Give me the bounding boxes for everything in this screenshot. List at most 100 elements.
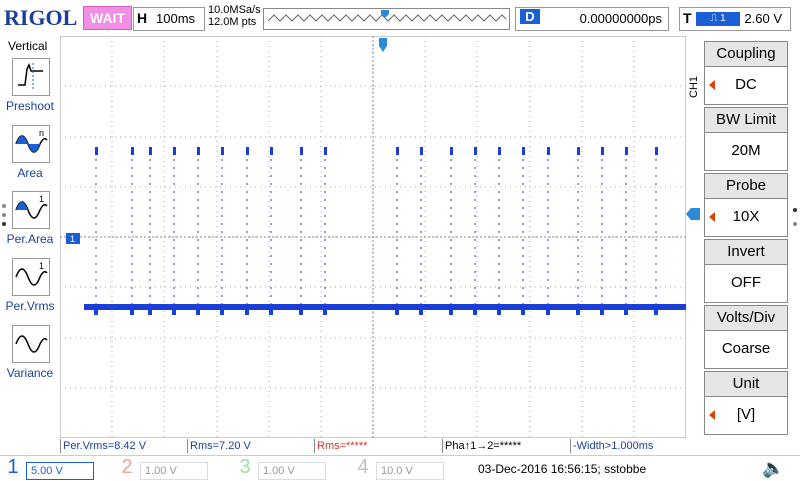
page-dot-icon [2,213,6,217]
probe-title: Probe [705,174,787,199]
probe-value: 10X [732,208,760,225]
area-label[interactable]: Area [0,166,60,180]
area-icon[interactable]: n [12,125,50,163]
pulse-bottom [600,309,604,315]
page-dot-active-icon [2,222,6,226]
invert-button[interactable]: Invert OFF [704,239,788,303]
volts-div-value: Coarse [721,340,771,357]
pulse-bottom [576,309,580,315]
trigger-level-marker-icon[interactable] [686,208,700,220]
ch2-scale: 1.00 V [140,462,208,480]
page-dot-icon [2,204,6,208]
invert-value: OFF [731,274,761,291]
per-area-label[interactable]: Per.Area [0,232,60,246]
rigol-logo: RIGOL [4,5,78,30]
measurement-item[interactable]: Pha↑1→2=***** [442,439,521,453]
measurement-item[interactable]: -Width>1.000ms [570,439,653,453]
unit-value: [V] [736,406,756,423]
pulse-bottom [323,309,327,315]
ch1-marker-label: 1 [70,234,75,244]
bw-limit-value: 20M [731,142,761,159]
pulse-bottom [624,309,628,315]
bw-limit-button[interactable]: BW Limit 20M [704,107,788,171]
measurement-bar: Per.Vrms=8.42 V Rms=7.20 V Rms=***** Pha… [60,438,686,454]
channel-menu: CH1 Coupling DC BW Limit 20M Probe 10X I… [686,36,800,438]
trigger-edge-icon: ⎍ 1 [696,12,740,26]
pulse-bottom [521,309,525,315]
svg-text:n: n [39,128,44,138]
pulse-bottom [654,309,658,315]
sample-rate-info: 10.0MSa/s 12.0M pts [208,4,261,28]
per-vrms-icon[interactable]: 1 [12,258,50,296]
sample-rate: 10.0MSa/s [208,4,261,16]
menu-title: Vertical [8,39,48,53]
acquisition-status: WAIT [83,6,132,30]
channel-status-bar: 1 5.00 V 2 1.00 V 3 1.00 V 4 10.0 V 03-D… [0,455,800,481]
preshoot-icon[interactable] [12,58,50,96]
variance-label[interactable]: Variance [0,366,60,380]
coupling-button[interactable]: Coupling DC [704,41,788,105]
trigger-level: 2.60 V [744,11,782,26]
coupling-title: Coupling [705,42,787,67]
delay-box[interactable]: D 0.00000000ps [515,7,669,31]
top-status-bar: RIGOL WAIT H 100ms 10.0MSa/s 12.0M pts D… [0,0,800,36]
ch3-scale: 1.00 V [258,462,326,480]
measurement-item[interactable]: Rms=7.20 V [187,439,251,453]
per-area-icon[interactable]: 1 [12,191,50,229]
measurement-item[interactable]: Per.Vrms=8.42 V [60,439,146,453]
pulse-bottom [546,309,550,315]
pulse-bottom [473,309,477,315]
ch4-number: 4 [357,456,369,478]
pulse-bottom [196,309,200,315]
volts-div-title: Volts/Div [705,306,787,331]
volts-div-button[interactable]: Volts/Div Coarse [704,305,788,369]
delay-value: 0.00000000ps [579,11,662,26]
trigger-box[interactable]: T ⎍ 1 2.60 V [679,7,791,31]
pulse-bottom [245,309,249,315]
invert-title: Invert [705,240,787,265]
measurement-item[interactable]: Rms=***** [314,439,367,453]
page-dot-icon [793,222,797,226]
horizontal-label: H [137,10,148,26]
svg-text:1: 1 [39,261,44,271]
speaker-muted-icon[interactable]: 🔈 [762,458,784,479]
ch1-number: 1 [7,456,19,478]
variance-icon[interactable] [12,325,50,363]
preshoot-label[interactable]: Preshoot [0,99,60,113]
coupling-value: DC [735,76,757,93]
horizontal-scale-box[interactable]: H 100ms [133,7,205,31]
pulse-bottom [449,309,453,315]
memory-depth: 12.0M pts [208,16,257,28]
pulse-bottom [269,309,273,315]
probe-button[interactable]: Probe 10X [704,173,788,237]
unit-button[interactable]: Unit [V] [704,371,788,435]
ch1-scale: 5.00 V [26,462,94,480]
waveform-overview[interactable] [263,8,510,30]
per-vrms-label[interactable]: Per.Vrms [0,299,60,313]
pulse-bottom [172,309,176,315]
pulse-bottom [419,309,423,315]
ch2-number: 2 [121,456,133,478]
pulse-bottom [148,309,152,315]
unit-title: Unit [705,372,787,397]
svg-text:1: 1 [39,194,44,204]
timestamp: 03-Dec-2016 16:56:15; sstobbe [478,462,647,476]
bw-limit-title: BW Limit [705,108,787,133]
trigger-channel: 1 [720,13,726,24]
channel-tag: CH1 [688,75,700,98]
pulse-bottom [220,309,224,315]
delay-label: D [520,9,540,24]
trigger-label: T [683,10,692,26]
pulse-bottom [94,309,98,315]
measure-category-menu: Vertical Preshoot n Area 1 Per.Area 1 Pe… [0,36,60,438]
pulse-bottom [395,309,399,315]
pulse-bottom [130,309,134,315]
ch3-number: 3 [239,456,251,478]
overview-wave-icon [267,10,507,22]
ch4-scale: 10.0 V [376,462,444,480]
waveform-display[interactable]: 1 [60,36,686,438]
horizontal-value: 100ms [156,11,196,26]
pulse-bottom [497,309,501,315]
pulse-bottom [299,309,303,315]
page-dot-active-icon [793,208,797,212]
